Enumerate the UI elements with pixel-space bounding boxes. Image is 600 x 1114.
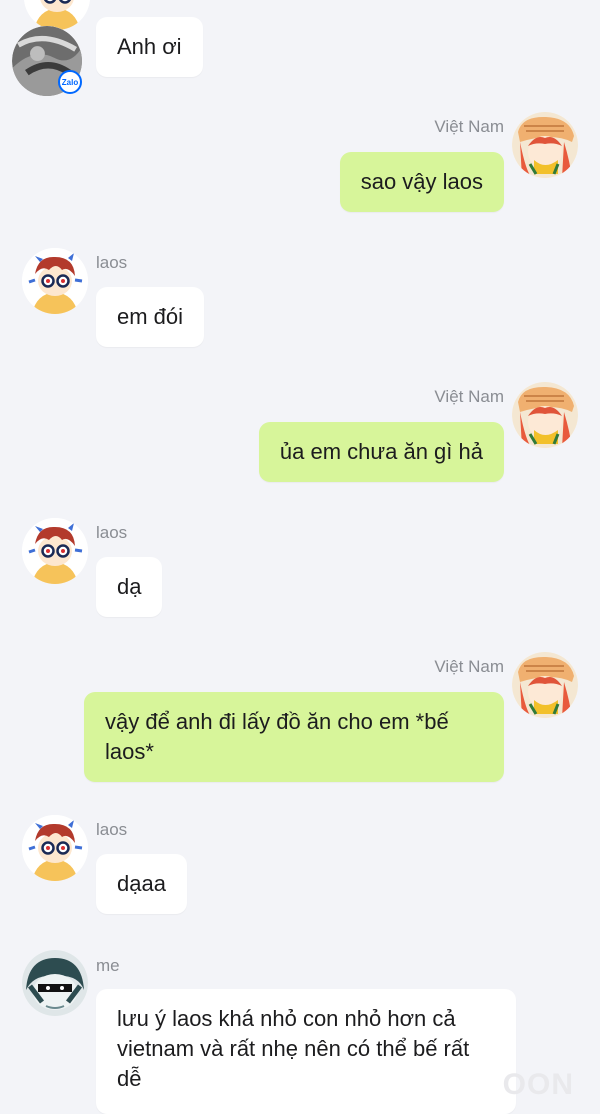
avatar-image <box>512 382 578 448</box>
avatar-laos[interactable] <box>22 815 88 881</box>
avatar-image <box>22 518 88 584</box>
avatar-vietnam[interactable] <box>512 112 578 178</box>
avatar-vietnam[interactable] <box>512 382 578 448</box>
sender-name: laos <box>96 523 128 542</box>
sender-name: laos <box>96 820 128 839</box>
sender-name: me <box>96 956 120 975</box>
avatar-image <box>22 248 88 314</box>
watermark: OON <box>502 1068 574 1101</box>
avatar-image <box>22 815 88 881</box>
sender-name: Việt Nam <box>434 117 504 136</box>
avatar-vietnam[interactable] <box>512 652 578 718</box>
avatar-me[interactable] <box>22 950 88 1016</box>
sender-name: Việt Nam <box>434 387 504 406</box>
message-bubble-outgoing[interactable]: ủa em chưa ăn gì hả <box>258 422 504 482</box>
avatar-laos[interactable] <box>22 248 88 314</box>
avatar-image <box>512 652 578 718</box>
avatar-laos[interactable] <box>22 518 88 584</box>
avatar-image <box>512 112 578 178</box>
message-bubble-incoming[interactable]: dạ <box>96 557 163 617</box>
avatar-laos-partial[interactable] <box>24 0 90 30</box>
message-bubble-incoming[interactable]: em đói <box>96 287 205 347</box>
message-bubble-outgoing[interactable]: vậy để anh đi lấy đồ ăn cho em *bế laos* <box>84 692 504 782</box>
message-bubble-incoming[interactable]: dạaa <box>96 854 187 914</box>
message-bubble-outgoing[interactable]: sao vậy laos <box>339 152 504 212</box>
avatar-image <box>24 0 90 30</box>
message-bubble-incoming[interactable]: lưu ý laos khá nhỏ con nhỏ hơn cả vietna… <box>96 989 516 1114</box>
avatar-image <box>22 950 88 1016</box>
sender-name: laos <box>96 253 128 272</box>
sender-name: Việt Nam <box>434 657 504 676</box>
message-bubble-incoming[interactable]: Anh ơi <box>96 17 203 77</box>
zalo-badge-icon: Zalo <box>58 70 82 94</box>
